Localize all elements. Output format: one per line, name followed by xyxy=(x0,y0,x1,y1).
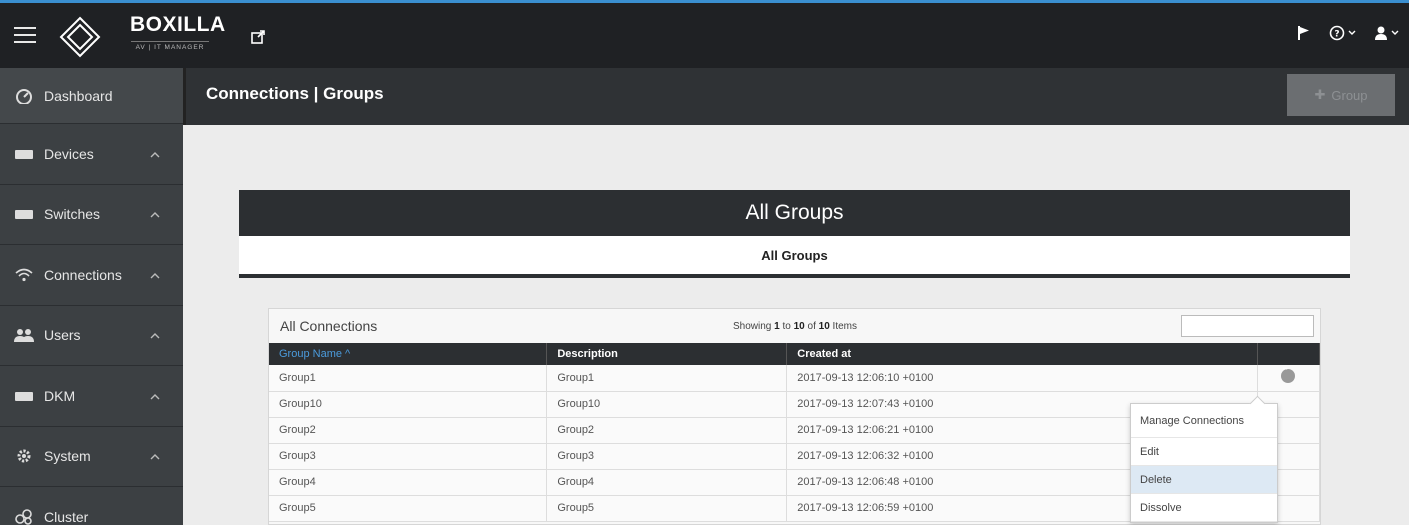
column-header-created-at[interactable]: Created at xyxy=(786,343,1258,365)
cell-group-name: Group5 xyxy=(269,495,548,522)
showing-prefix: Showing xyxy=(733,321,775,332)
table-row[interactable]: Group1 Group1 2017-09-13 12:06:10 +0100 xyxy=(269,365,1321,392)
menu-item-dissolve[interactable]: Dissolve xyxy=(1131,494,1277,522)
cell-description: Group1 xyxy=(546,365,788,392)
boxilla-logo-icon xyxy=(59,16,101,58)
sidebar-item-label: Switches xyxy=(44,206,101,223)
cell-actions xyxy=(1257,365,1321,392)
brand-name: BOXILLA xyxy=(130,13,226,36)
top-navbar: BOXILLA AV | IT MANAGER ? xyxy=(0,0,1409,68)
users-icon xyxy=(14,327,34,343)
plus-icon: ✚ xyxy=(1314,87,1326,102)
brand-tagline: AV | IT MANAGER xyxy=(131,41,209,51)
cell-description: Group4 xyxy=(546,469,788,496)
cell-description: Group10 xyxy=(546,391,788,418)
cell-group-name: Group10 xyxy=(269,391,548,418)
panel-title: All Groups xyxy=(239,190,1350,236)
showing-total: 10 xyxy=(818,321,830,332)
chevron-up-icon xyxy=(150,393,160,400)
showing-to: 10 xyxy=(793,321,805,332)
sidebar: Dashboard Devices Switches Connections Users… xyxy=(0,68,183,525)
svg-text:?: ? xyxy=(1334,30,1339,40)
pagination-summary: Showing 1 to 10 of 10 Items xyxy=(733,321,857,332)
cell-description: Group5 xyxy=(546,495,788,522)
dashboard-icon xyxy=(14,88,34,104)
add-group-label: Group xyxy=(1331,87,1368,103)
gear-icon xyxy=(14,448,34,464)
chevron-up-icon xyxy=(150,212,160,218)
external-link-icon[interactable] xyxy=(250,29,266,45)
device-icon xyxy=(14,146,34,162)
chevron-down-icon xyxy=(1391,30,1399,35)
dkm-icon xyxy=(14,388,34,404)
cluster-icon xyxy=(14,508,34,525)
page-title: Connections | Groups xyxy=(206,84,384,103)
menu-item-delete[interactable]: Delete xyxy=(1131,466,1277,494)
column-header-group-name[interactable]: Group Name ^ xyxy=(269,343,548,365)
table-header-row: Group Name ^ Description Created at xyxy=(269,343,1321,365)
chevron-up-icon xyxy=(150,272,160,279)
user-icon xyxy=(1375,26,1387,40)
table-search-input[interactable] xyxy=(1181,315,1314,337)
sidebar-item-label: Connections xyxy=(44,266,122,283)
cell-group-name: Group1 xyxy=(269,365,548,392)
chevron-up-icon xyxy=(150,151,160,158)
hamburger-menu-icon[interactable] xyxy=(14,27,36,45)
showing-to-word: to xyxy=(779,321,794,332)
cell-group-name: Group3 xyxy=(269,443,548,470)
sidebar-item-label: Dashboard xyxy=(44,87,113,104)
sidebar-item-cluster[interactable]: Cluster xyxy=(0,487,183,525)
sidebar-item-system[interactable]: System xyxy=(0,427,183,487)
sidebar-item-label: System xyxy=(44,448,91,465)
wifi-icon xyxy=(14,267,34,283)
chevron-up-icon xyxy=(150,333,160,339)
chevron-down-icon xyxy=(1348,30,1356,35)
table-title: All Connections xyxy=(280,318,378,334)
page-header: Connections | Groups ✚ Group xyxy=(183,68,1409,125)
sidebar-item-label: Cluster xyxy=(44,508,89,525)
cell-group-name: Group4 xyxy=(269,469,548,496)
sidebar-item-dashboard[interactable]: Dashboard xyxy=(0,68,183,124)
sidebar-item-label: DKM xyxy=(44,387,76,404)
column-header-description[interactable]: Description xyxy=(546,343,788,365)
sidebar-item-label: Devices xyxy=(44,145,94,162)
menu-item-edit[interactable]: Edit xyxy=(1131,438,1277,466)
menu-item-manage-connections[interactable]: Manage Connections xyxy=(1131,404,1277,438)
cell-description: Group3 xyxy=(546,443,788,470)
sidebar-item-label: Users xyxy=(44,327,81,344)
sidebar-item-switches[interactable]: Switches xyxy=(0,185,183,245)
panel-subtitle: All Groups xyxy=(239,236,1350,278)
row-context-menu: Manage Connections Edit Delete Dissolve xyxy=(1130,403,1278,523)
cell-created-at: 2017-09-13 12:06:10 +0100 xyxy=(786,365,1258,392)
flag-icon[interactable] xyxy=(1297,25,1311,41)
cell-description: Group2 xyxy=(546,417,788,444)
add-group-button[interactable]: ✚ Group xyxy=(1287,74,1395,116)
showing-of-word: of xyxy=(804,321,819,332)
showing-suffix: Items xyxy=(829,321,857,332)
help-menu[interactable]: ? xyxy=(1329,25,1356,41)
user-menu[interactable] xyxy=(1374,25,1399,41)
help-icon: ? xyxy=(1329,25,1345,41)
column-header-actions xyxy=(1257,343,1321,365)
sidebar-item-devices[interactable]: Devices xyxy=(0,124,183,185)
chevron-up-icon xyxy=(150,454,160,460)
sidebar-item-connections[interactable]: Connections xyxy=(0,245,183,306)
more-options-icon[interactable] xyxy=(1281,366,1296,384)
switch-icon xyxy=(14,206,34,222)
cell-group-name: Group2 xyxy=(269,417,548,444)
sidebar-item-users[interactable]: Users xyxy=(0,306,183,366)
sidebar-item-dkm[interactable]: DKM xyxy=(0,366,183,427)
